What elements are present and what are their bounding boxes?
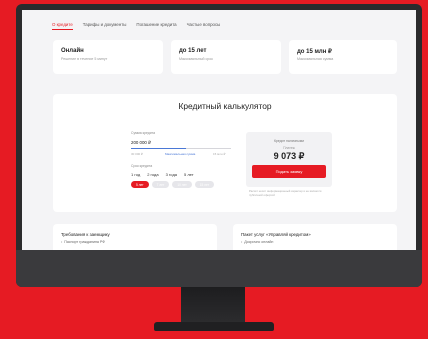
amount-input[interactable]: 200 000 ₽	[131, 140, 151, 146]
card-title: Требования к заемщику	[61, 232, 110, 237]
calculator-title: Кредитный калькулятор	[178, 101, 272, 111]
payment-amount: 9 073 ₽	[273, 151, 305, 161]
screen: О кредите Тарифы и документы Погашение к…	[22, 10, 416, 250]
card-title: Пакет услуг «Управляй кредитом»	[241, 232, 311, 237]
monitor-stand-base	[154, 322, 274, 331]
info-card-term: до 15 лет Максимальный срок	[171, 40, 281, 74]
info-card-subtitle: Максимальный срок	[179, 57, 213, 61]
monitor-stand-neck	[181, 287, 245, 323]
service-package-card: Пакет услуг «Управляй кредитом» Досрочно…	[233, 224, 397, 250]
term-pill[interactable]: 10 лет	[172, 181, 192, 188]
term-pill[interactable]: 5 лет	[131, 181, 149, 188]
info-card-subtitle: Максимальная сумма	[297, 57, 334, 61]
info-card-amount: до 15 млн ₽ Максимальная сумма	[289, 40, 397, 74]
submit-application-button[interactable]: Подать заявку	[252, 165, 326, 178]
payment-label: Платеж	[283, 146, 295, 150]
info-card-subtitle: Решение в течение 5 минут	[61, 57, 108, 61]
card-list-item: Досрочно онлайн	[241, 240, 273, 244]
term-options: 1 год 2 года 3 года 5 лет	[129, 171, 196, 178]
term-pill[interactable]: 15 лет	[194, 181, 215, 188]
term-pill[interactable]: 7 лет	[151, 181, 170, 188]
result-title: Кредит наличными	[274, 139, 304, 143]
term-option[interactable]: 3 года	[164, 171, 179, 178]
amount-slider-fill	[131, 148, 186, 149]
info-card-online: Онлайн Решение в течение 5 минут	[53, 40, 163, 74]
amount-max: 15 млн ₽	[213, 152, 226, 156]
result-panel: Кредит наличными Платеж 9 073 ₽ Подать з…	[246, 132, 332, 187]
info-card-title: до 15 лет	[179, 48, 207, 54]
card-list-item: Паспорт гражданина РФ	[61, 240, 105, 244]
term-option[interactable]: 1 год	[129, 171, 142, 178]
term-pills: 5 лет 7 лет 10 лет 15 лет	[131, 181, 215, 188]
tab-bar: О кредите Тарифы и документы Погашение к…	[52, 22, 220, 30]
monitor: О кредите Тарифы и документы Погашение к…	[16, 4, 422, 287]
tab-tariffs-documents[interactable]: Тарифы и документы	[83, 22, 127, 30]
term-option[interactable]: 5 лет	[182, 171, 196, 178]
info-card-title: до 15 млн ₽	[297, 49, 332, 55]
amount-slider[interactable]	[131, 148, 231, 149]
term-option[interactable]: 2 года	[145, 171, 160, 178]
borrower-requirements-card: Требования к заемщику Паспорт гражданина…	[53, 224, 217, 250]
tab-about-credit[interactable]: О кредите	[52, 22, 73, 30]
disclaimer-text: Расчёт носит информационный характер и н…	[249, 189, 322, 197]
amount-label: Сумма кредита	[131, 131, 156, 135]
monitor-chin	[16, 250, 422, 287]
amount-min: 30 000 ₽	[131, 152, 143, 156]
credit-calculator: Кредитный калькулятор Сумма кредита 200 …	[53, 94, 397, 212]
term-label: Срок кредита	[131, 164, 153, 168]
tab-repayment[interactable]: Погашение кредита	[136, 22, 176, 30]
tab-faq[interactable]: Частые вопросы	[187, 22, 221, 30]
info-card-title: Онлайн	[61, 48, 84, 54]
amount-mid: Максимальная сумма	[165, 152, 196, 156]
